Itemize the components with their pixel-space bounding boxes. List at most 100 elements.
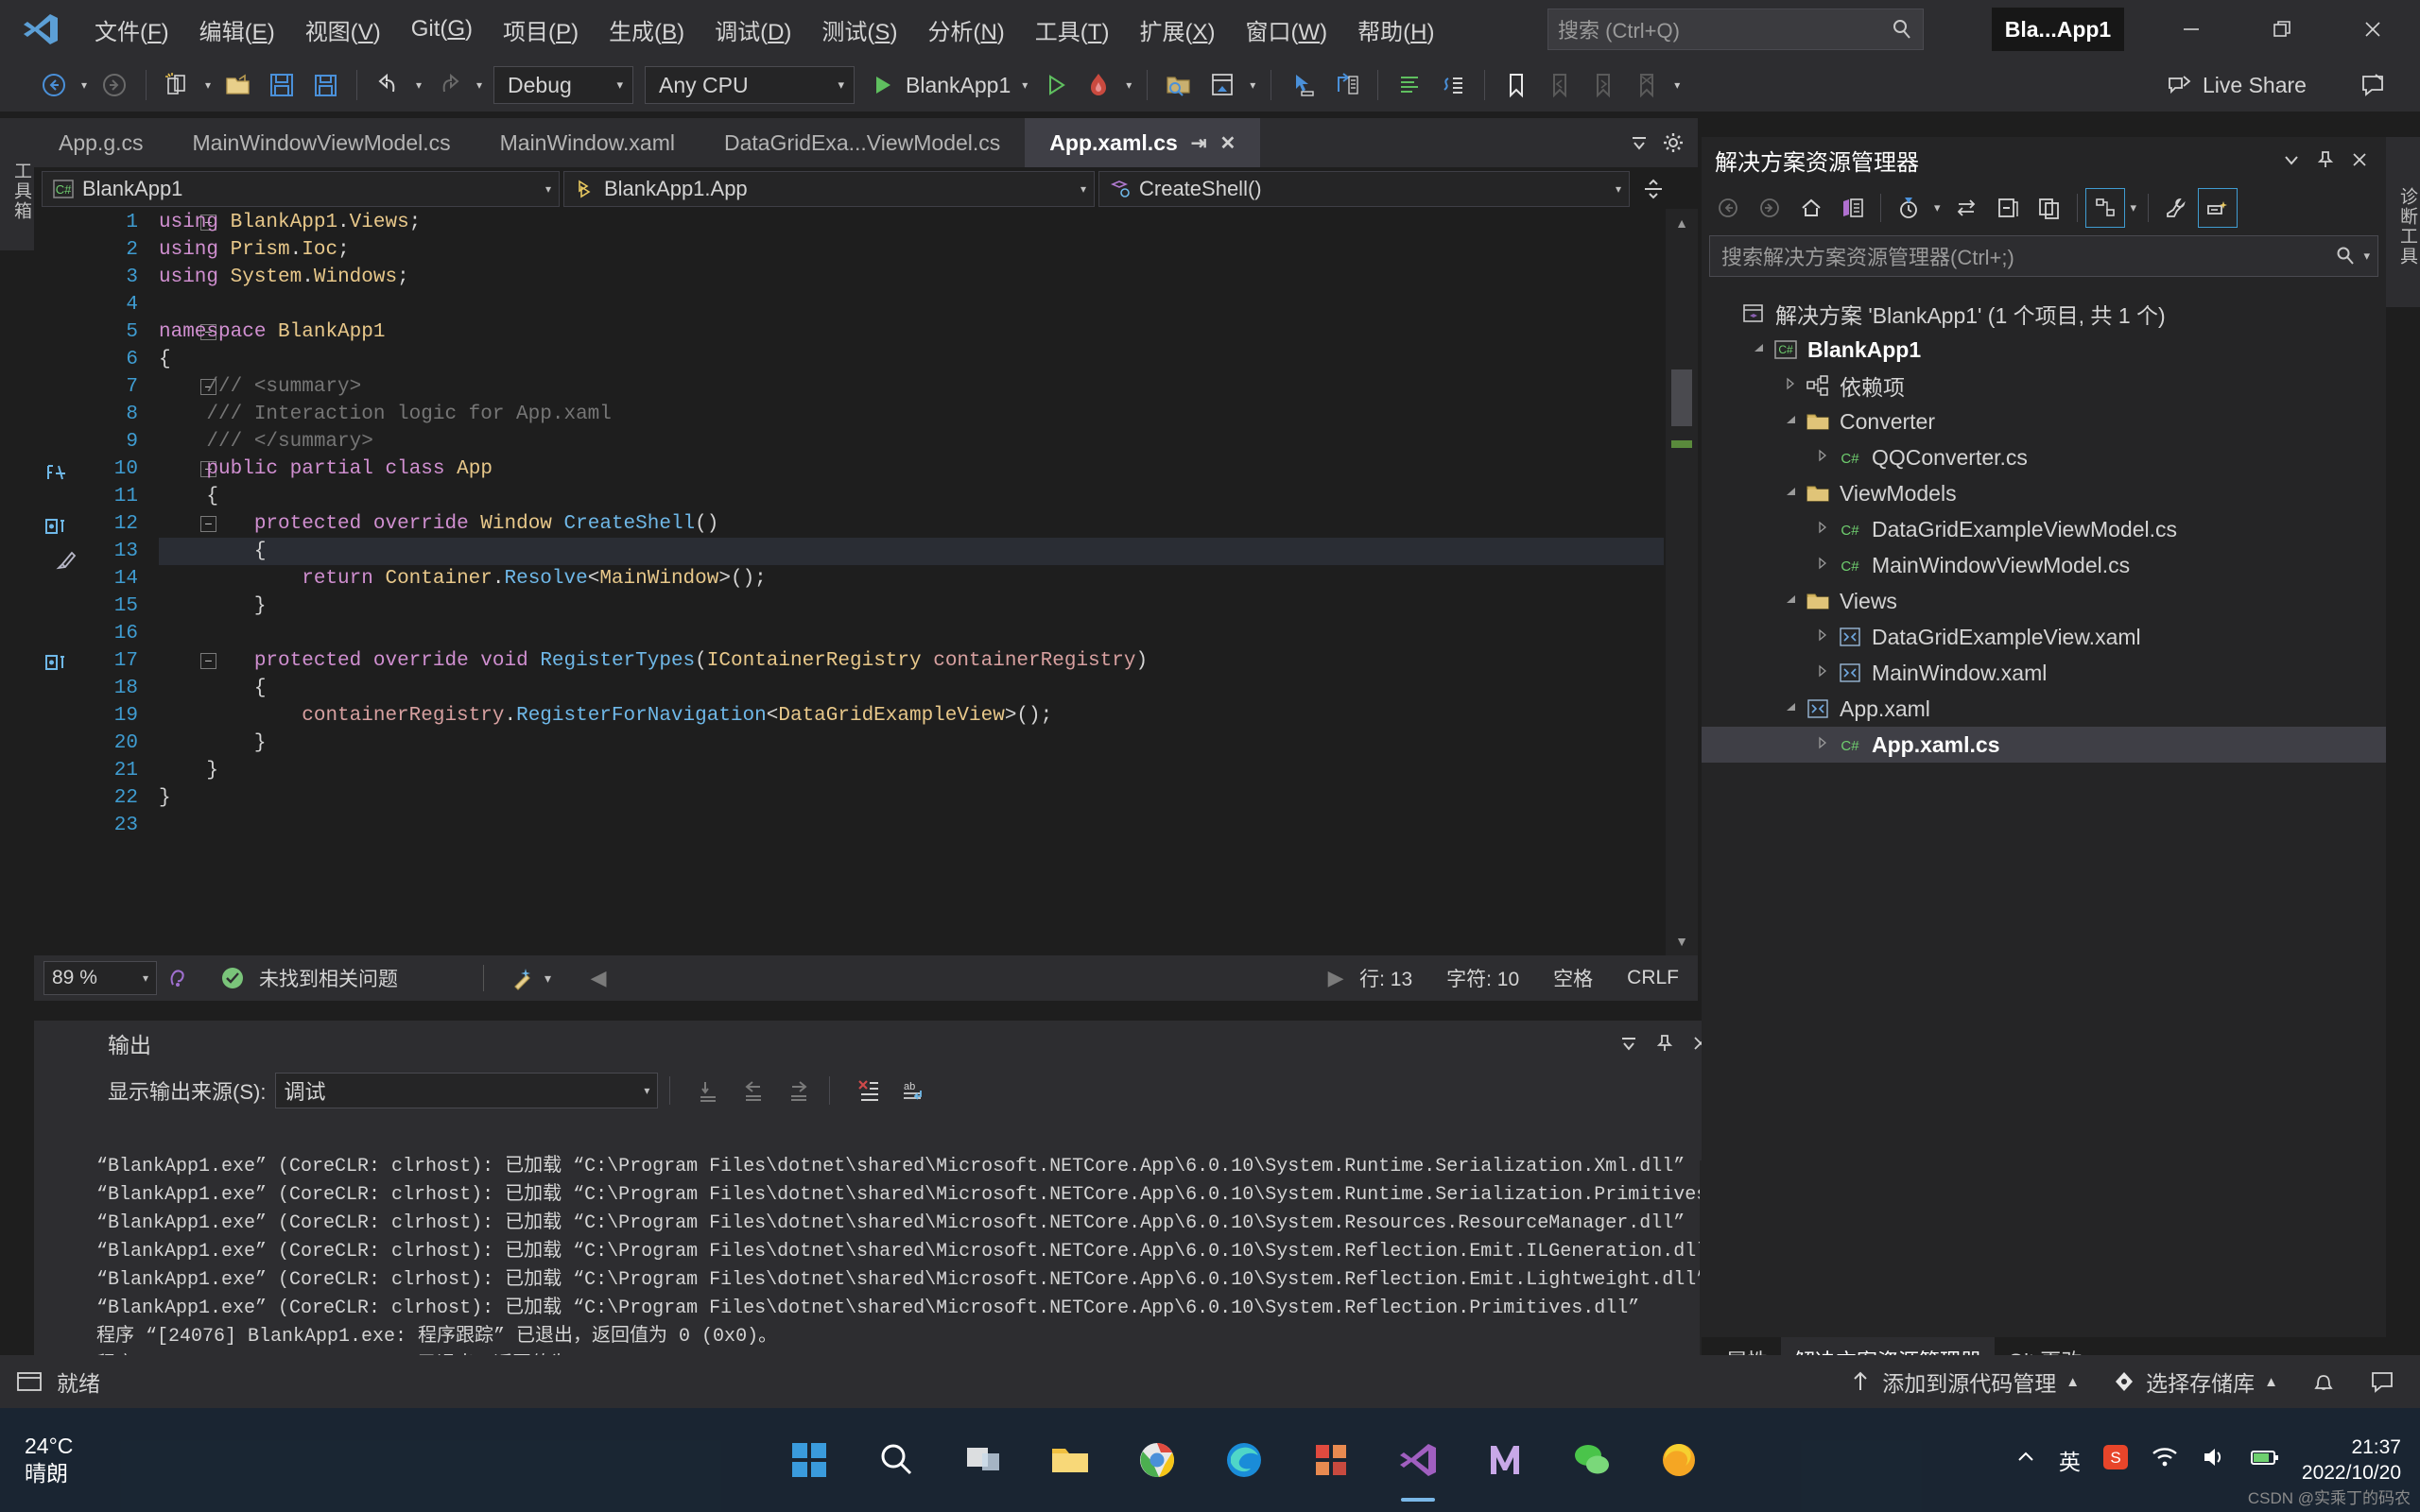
solution-close-icon[interactable] (2342, 143, 2377, 177)
code-line[interactable] (159, 291, 1664, 318)
menu-item-0[interactable]: 文件(F) (79, 6, 184, 54)
sol-pending-filter-icon[interactable] (1889, 188, 1928, 228)
new-project-dropdown-icon[interactable]: ▾ (199, 66, 216, 104)
scroll-up-icon[interactable]: ▲ (1666, 209, 1698, 237)
editor-glyph-margin[interactable] (34, 209, 85, 955)
solution-dropdown-icon[interactable] (2274, 143, 2308, 177)
code-line[interactable]: } (159, 730, 1664, 757)
tree-item-9[interactable]: DataGridExampleView.xaml (1702, 619, 2386, 655)
collapse-arrow-icon[interactable] (1779, 700, 1802, 717)
menu-item-12[interactable]: 帮助(H) (1342, 6, 1449, 54)
solution-tree[interactable]: 解决方案 'BlankApp1' (1 个项目, 共 1 个) C# BlankAp… (1702, 288, 2386, 1337)
menu-item-2[interactable]: 视图(V) (290, 6, 396, 54)
code-line[interactable]: using BlankApp1.Views; (159, 209, 1664, 236)
code-line[interactable]: containerRegistry.RegisterForNavigation<… (159, 702, 1664, 730)
chevron-down-icon[interactable]: ▾ (544, 971, 551, 987)
code-line[interactable]: public partial class App (159, 455, 1664, 483)
menu-item-3[interactable]: Git(G) (396, 9, 488, 50)
code-line[interactable]: } (159, 757, 1664, 784)
firefox-icon[interactable] (1645, 1426, 1713, 1494)
sol-show-all-files-icon[interactable] (2030, 188, 2069, 228)
menu-item-9[interactable]: 工具(T) (1020, 6, 1125, 54)
sol-home-icon[interactable] (1791, 188, 1831, 228)
clear-bookmarks-icon[interactable] (1628, 66, 1666, 104)
save-icon[interactable] (263, 66, 301, 104)
sol-sync-icon[interactable] (1946, 188, 1986, 228)
clear-output-icon[interactable] (849, 1072, 887, 1109)
ime-indicator[interactable]: 英 (2059, 1444, 2081, 1476)
sol-properties-icon[interactable] (2156, 188, 2196, 228)
minimize-button[interactable] (2146, 0, 2237, 59)
solution-explorer-icon[interactable] (1203, 66, 1241, 104)
member-navigation-combo[interactable]: CreateShell() ▾ (1098, 171, 1630, 207)
go-to-message-icon[interactable] (689, 1072, 727, 1109)
hot-reload-icon[interactable] (1080, 66, 1117, 104)
document-tab-0[interactable]: App.g.cs (34, 118, 168, 167)
undo-icon[interactable] (370, 66, 407, 104)
platform-combo[interactable]: Any CPU ▾ (645, 66, 855, 104)
expand-arrow-icon[interactable] (1811, 521, 1834, 538)
menu-item-5[interactable]: 生成(B) (594, 6, 700, 54)
solution-pin-icon[interactable] (2308, 143, 2342, 177)
media-icon[interactable] (1471, 1426, 1539, 1494)
toolbar-overflow-icon[interactable]: ▾ (1668, 66, 1685, 104)
code-line[interactable]: using System.Windows; (159, 264, 1664, 291)
document-tab-1[interactable]: MainWindowViewModel.cs (168, 118, 475, 167)
code-line[interactable]: { (159, 483, 1664, 510)
quick-actions-icon[interactable] (55, 547, 79, 572)
tree-item-2[interactable]: 依赖项 (1702, 368, 2386, 404)
search-input[interactable]: 搜索 (Ctrl+Q) (1547, 9, 1924, 50)
tree-item-11[interactable]: App.xaml (1702, 691, 2386, 727)
open-file-icon[interactable] (219, 66, 257, 104)
sol-forward-icon[interactable] (1750, 188, 1789, 228)
diagnostic-tools-vertical-tab[interactable]: 诊断工具 (2386, 137, 2420, 307)
start-icon[interactable] (775, 1426, 843, 1494)
sol-preview-selected-icon[interactable] (2198, 188, 2238, 228)
app-store-icon[interactable] (1297, 1426, 1365, 1494)
notifications-button[interactable] (2301, 1368, 2346, 1395)
code-line[interactable]: /// <summary> (159, 373, 1664, 401)
document-tab-4[interactable]: App.xaml.cs ⇥ ✕ (1025, 118, 1261, 167)
next-message-icon[interactable] (780, 1072, 818, 1109)
search-options-dropdown-icon[interactable]: ▾ (2363, 249, 2370, 264)
tree-item-6[interactable]: C# DataGridExampleViewModel.cs (1702, 511, 2386, 547)
code-line[interactable]: { (159, 538, 1664, 565)
previous-bookmark-icon[interactable] (1541, 66, 1579, 104)
next-bookmark-icon[interactable] (1584, 66, 1622, 104)
code-line[interactable]: namespace BlankApp1 (159, 318, 1664, 346)
taskbar-clock[interactable]: 21:37 2022/10/20 (2302, 1435, 2401, 1486)
menu-item-4[interactable]: 项目(P) (488, 6, 594, 54)
expand-arrow-icon[interactable] (1811, 664, 1834, 681)
volume-icon[interactable] (2200, 1443, 2228, 1477)
toggle-word-wrap-icon[interactable]: ab (894, 1072, 932, 1109)
tab-settings-gear-icon[interactable] (1656, 126, 1690, 160)
go-to-definition-icon[interactable] (1327, 66, 1365, 104)
menu-item-8[interactable]: 分析(N) (912, 6, 1019, 54)
run-target-dropdown-icon[interactable]: ▾ (1016, 66, 1033, 104)
uncomment-lines-icon[interactable] (1434, 66, 1472, 104)
code-line[interactable]: { (159, 675, 1664, 702)
menu-item-6[interactable]: 调试(D) (700, 6, 806, 54)
expand-arrow-icon[interactable] (1811, 628, 1834, 645)
start-debug-icon[interactable] (863, 66, 901, 104)
scroll-left-icon[interactable]: ◀ (579, 966, 617, 990)
code-editor[interactable]: 1 2 3 4 5 6 7 8 9 10 11 12 13 14 15 16 17 18 19 20 21 22 23 − −… (34, 209, 1698, 955)
previous-message-icon[interactable] (735, 1072, 772, 1109)
menu-item-11[interactable]: 窗口(W) (1230, 6, 1342, 54)
output-pin-icon[interactable] (1647, 1025, 1683, 1061)
code-line[interactable]: using Prism.Ioc; (159, 236, 1664, 264)
back-dropdown-icon[interactable]: ▾ (76, 66, 93, 104)
document-tab-3[interactable]: DataGridExa...ViewModel.cs (700, 118, 1025, 167)
menu-item-1[interactable]: 编辑(E) (184, 6, 290, 54)
split-editor-icon[interactable] (1634, 171, 1673, 207)
scroll-down-icon[interactable]: ▼ (1666, 927, 1698, 955)
undo-dropdown-icon[interactable]: ▾ (410, 66, 427, 104)
collapse-arrow-icon[interactable] (1779, 593, 1802, 610)
configuration-combo[interactable]: Debug ▾ (493, 66, 633, 104)
new-project-icon[interactable] (159, 66, 197, 104)
expand-arrow-icon[interactable] (1811, 449, 1834, 466)
restore-button[interactable] (2237, 0, 2327, 59)
type-navigation-combo[interactable]: BlankApp1.App ▾ (563, 171, 1095, 207)
save-all-icon[interactable] (306, 66, 344, 104)
editor-vertical-scrollbar[interactable]: ▲ ▼ (1666, 209, 1698, 955)
